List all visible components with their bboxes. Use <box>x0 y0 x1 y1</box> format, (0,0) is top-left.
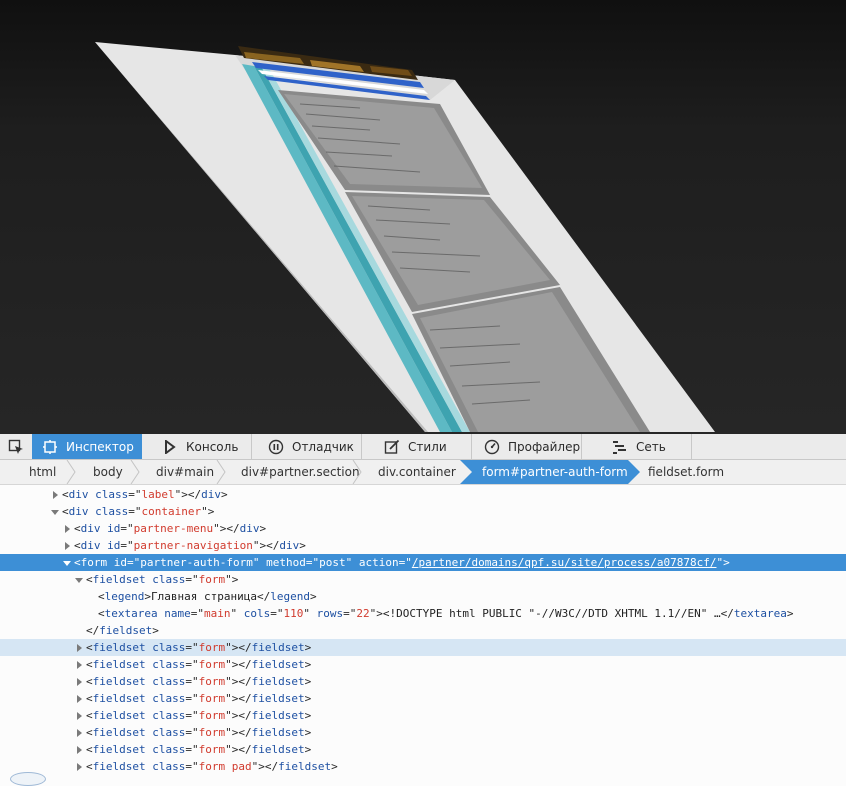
tree-row-div-label[interactable]: <div class="label"></div> <box>0 486 846 503</box>
tree-row-div-partner-navigation[interactable]: <div id="partner-navigation"></div> <box>0 537 846 554</box>
expand-toggle-icon[interactable] <box>74 656 84 673</box>
tab-console[interactable]: Консоль <box>142 434 252 459</box>
tree-row-fieldset-open[interactable]: <fieldset class="form"> <box>0 571 846 588</box>
tree-row-fieldset-collapsed[interactable]: <fieldset class="form"></fieldset> <box>0 741 846 758</box>
expand-toggle-icon[interactable] <box>74 690 84 707</box>
console-icon <box>162 439 178 455</box>
devtools-toolbar: Инспектор Консоль Отладчик Стили Профайл… <box>0 434 846 460</box>
breadcrumb-div-partner-section[interactable]: div#partner.section <box>241 460 360 484</box>
tab-style-editor[interactable]: Стили <box>362 434 472 459</box>
expand-toggle-icon[interactable] <box>62 520 72 537</box>
breadcrumb-div-container[interactable]: div.container <box>378 460 456 484</box>
tab-network[interactable]: Сеть <box>582 434 692 459</box>
expand-toggle-icon[interactable] <box>74 639 84 656</box>
breadcrumb-body[interactable]: body <box>93 460 123 484</box>
expand-toggle-icon[interactable] <box>74 673 84 690</box>
breadcrumb-separator-icon <box>66 460 76 484</box>
tab-style-editor-label: Стили <box>408 439 447 454</box>
breadcrumb-form-partner-auth-form[interactable]: form#partner-auth-form <box>482 460 628 484</box>
collapse-toggle-icon[interactable] <box>62 554 72 571</box>
markup-view: <div class="label"></div> <div class="co… <box>0 485 846 778</box>
tree-row-div-partner-menu[interactable]: <div id="partner-menu"></div> <box>0 520 846 537</box>
tree-row-fieldset-collapsed[interactable]: <fieldset class="form"></fieldset> <box>0 690 846 707</box>
breadcrumb: html body div#main div#partner.section d… <box>0 460 846 485</box>
tree-row-fieldset-collapsed[interactable]: <fieldset class="form"></fieldset> <box>0 673 846 690</box>
breadcrumb-separator-icon <box>352 460 362 484</box>
tab-inspector-label: Инспектор <box>66 439 134 454</box>
expand-toggle-icon[interactable] <box>62 537 72 554</box>
inspector-icon <box>42 439 58 455</box>
form-action-link[interactable]: /partner/domains/qpf.su/site/process/a07… <box>412 556 717 569</box>
tree-row-legend[interactable]: <legend>Главная страница</legend> <box>0 588 846 605</box>
tree-row-div-container[interactable]: <div class="container"> <box>0 503 846 520</box>
tree-row-fieldset-collapsed[interactable]: <fieldset class="form"></fieldset> <box>0 656 846 673</box>
tree-row-fieldset-pad[interactable]: <fieldset class="form pad"></fieldset> <box>0 758 846 775</box>
tree-row-textarea[interactable]: <textarea name="main" cols="110" rows="2… <box>0 605 846 622</box>
expand-toggle-icon[interactable] <box>74 724 84 741</box>
debugger-icon <box>268 439 284 455</box>
tab-debugger-label: Отладчик <box>292 439 354 454</box>
3d-view[interactable] <box>0 0 846 434</box>
tab-network-label: Сеть <box>636 439 666 454</box>
collapse-toggle-icon[interactable] <box>74 571 84 588</box>
breadcrumb-separator-icon <box>130 460 140 484</box>
tree-row-fieldset-collapsed[interactable]: <fieldset class="form"></fieldset> <box>0 724 846 741</box>
collapse-toggle-icon[interactable] <box>50 503 60 520</box>
breadcrumb-html[interactable]: html <box>29 460 56 484</box>
tab-inspector[interactable]: Инспектор <box>32 434 142 459</box>
tab-console-label: Консоль <box>186 439 239 454</box>
tree-row-fieldset-close[interactable]: </fieldset> <box>0 622 846 639</box>
breadcrumb-separator-icon <box>216 460 226 484</box>
element-picker-button[interactable] <box>0 434 32 459</box>
expand-toggle-icon[interactable] <box>50 486 60 503</box>
tab-profiler-label: Профайлер <box>508 439 581 454</box>
expand-toggle-icon[interactable] <box>74 741 84 758</box>
style-editor-icon <box>384 439 400 455</box>
tab-debugger[interactable]: Отладчик <box>252 434 362 459</box>
network-icon <box>612 439 628 455</box>
tab-profiler[interactable]: Профайлер <box>472 434 582 459</box>
profiler-icon <box>484 439 500 455</box>
tree-row-fieldset-collapsed-hover[interactable]: <fieldset class="form"></fieldset> <box>0 639 846 656</box>
tree-row-form-selected[interactable]: <form id="partner-auth-form" method="pos… <box>0 554 846 571</box>
3d-page-render <box>95 42 715 432</box>
breadcrumb-fieldset-form[interactable]: fieldset.form <box>648 460 724 484</box>
element-picker-icon <box>8 439 23 454</box>
footer-scroll-button[interactable] <box>10 772 46 786</box>
breadcrumb-div-main[interactable]: div#main <box>156 460 214 484</box>
tree-row-fieldset-collapsed[interactable]: <fieldset class="form"></fieldset> <box>0 707 846 724</box>
expand-toggle-icon[interactable] <box>74 707 84 724</box>
expand-toggle-icon[interactable] <box>74 758 84 775</box>
